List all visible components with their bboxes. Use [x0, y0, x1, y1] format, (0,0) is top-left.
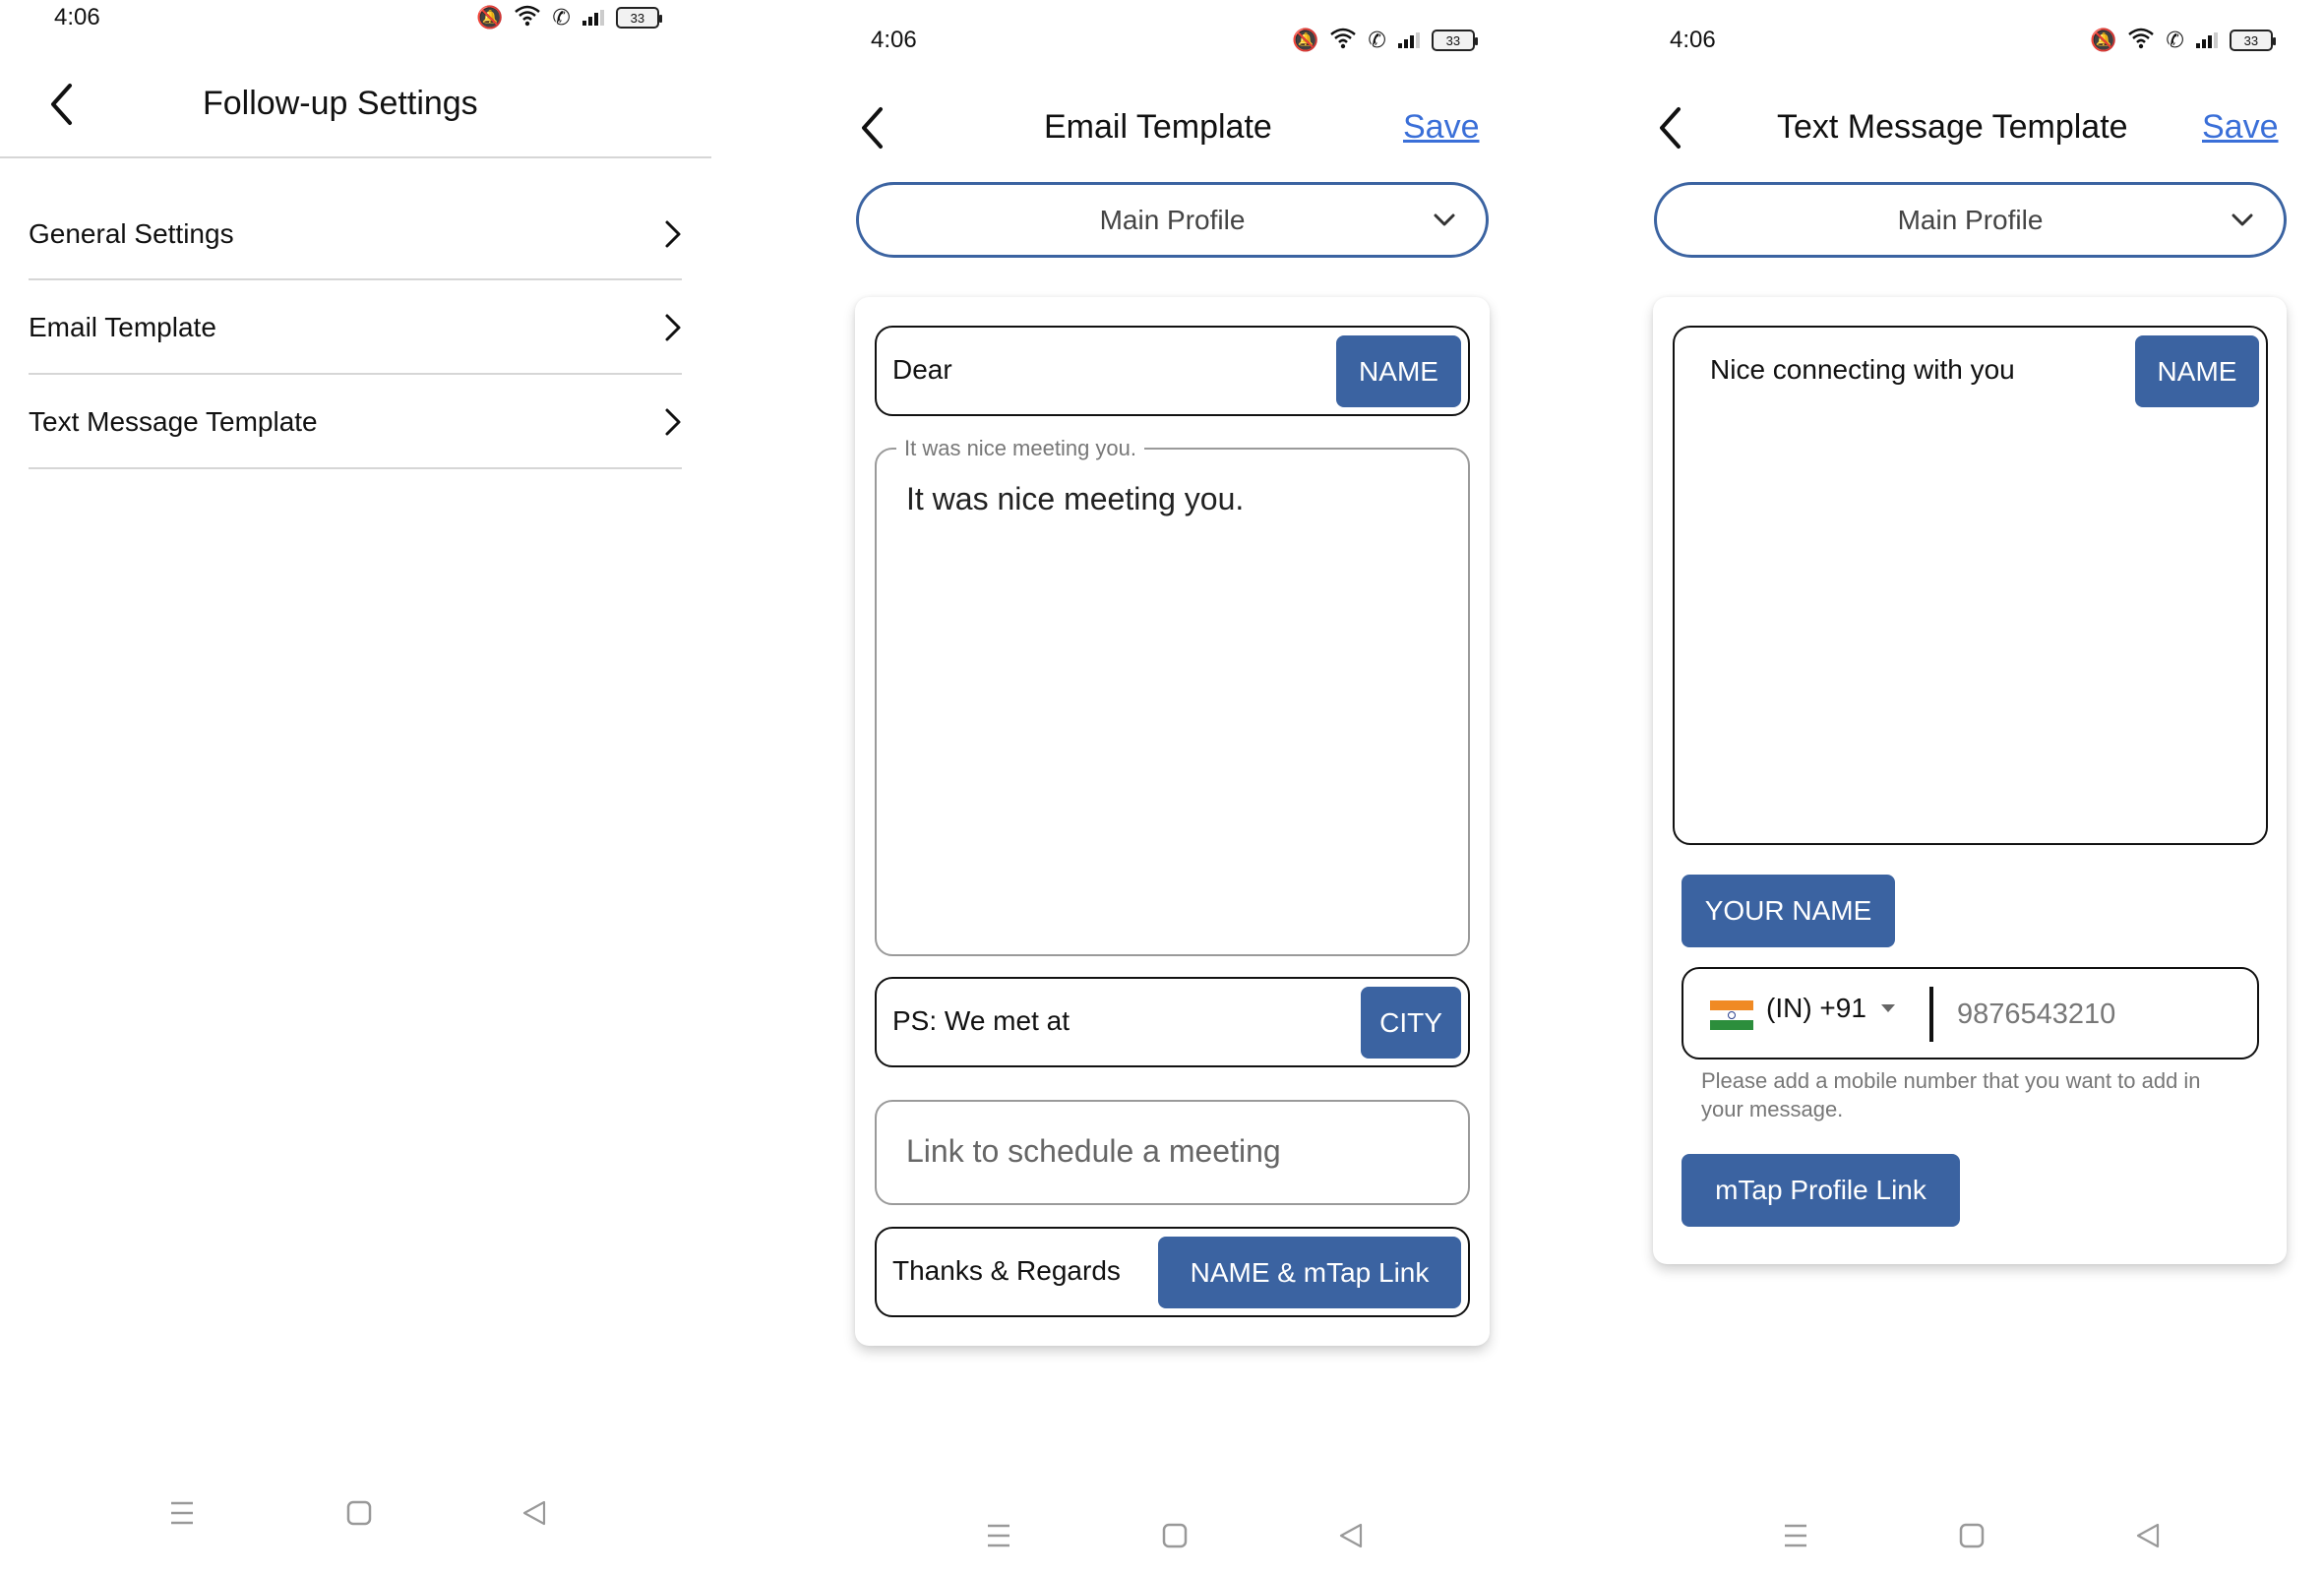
city-chip-button[interactable]: CITY	[1361, 987, 1461, 1059]
menu-icon[interactable]	[1783, 1523, 1808, 1553]
wifi-icon	[1330, 28, 1357, 53]
list-item-label: General Settings	[29, 218, 234, 249]
your-name-chip-button[interactable]: YOUR NAME	[1682, 875, 1895, 947]
header-divider	[0, 156, 711, 158]
mute-icon: 🔕	[2090, 28, 2117, 52]
india-flag-icon	[1710, 1000, 1753, 1030]
chevron-left-icon	[51, 84, 72, 125]
chevron-right-icon	[665, 220, 681, 248]
page-title: Email Template	[1044, 108, 1272, 146]
chevron-right-icon	[665, 314, 681, 341]
status-icons: 🔕 ✆ 33	[2090, 27, 2276, 54]
home-icon[interactable]	[346, 1500, 372, 1531]
message-body-textarea[interactable]: It was nice meeting you.	[875, 448, 1470, 956]
status-icons: 🔕 ✆ 33	[476, 4, 662, 31]
signoff-text: Thanks & Regards	[892, 1255, 1121, 1286]
mute-icon: 🔕	[476, 5, 504, 30]
wifi-icon	[515, 5, 541, 30]
signal-icon	[2195, 32, 2218, 48]
profile-select-value: Main Profile	[1897, 204, 2044, 235]
chevron-down-icon	[2232, 213, 2253, 226]
list-item-email-template[interactable]: Email Template	[29, 298, 682, 357]
home-icon[interactable]	[1959, 1523, 1985, 1553]
country-code-select[interactable]: (IN) +91	[1766, 993, 1896, 1024]
chevron-left-icon	[862, 107, 883, 149]
phone-number-input[interactable]: 9876543210	[1949, 977, 2244, 1052]
signal-icon	[1397, 32, 1420, 48]
name-mtap-link-chip-button[interactable]: NAME & mTap Link	[1158, 1237, 1461, 1308]
list-item-label: Email Template	[29, 312, 216, 342]
mtap-profile-link-chip-button[interactable]: mTap Profile Link	[1682, 1154, 1960, 1227]
back-icon[interactable]	[1338, 1523, 1364, 1553]
list-divider	[29, 373, 682, 375]
status-time: 4:06	[871, 27, 917, 53]
battery-icon: 33	[2229, 30, 2276, 51]
list-item-general-settings[interactable]: General Settings	[29, 205, 682, 264]
back-button[interactable]	[41, 80, 81, 129]
list-divider	[29, 467, 682, 469]
ps-text: PS: We met at	[892, 1005, 1070, 1036]
back-button[interactable]	[1650, 103, 1689, 152]
wifi-calling-icon: ✆	[1368, 28, 1386, 52]
save-button[interactable]: Save	[1403, 108, 1480, 147]
name-chip-button[interactable]: NAME	[2135, 335, 2259, 407]
profile-select[interactable]: Main Profile	[856, 182, 1489, 258]
page-title: Follow-up Settings	[203, 85, 478, 122]
home-icon[interactable]	[1162, 1523, 1188, 1553]
message-body-value: It was nice meeting you.	[906, 481, 1245, 516]
phone-separator	[1929, 987, 1933, 1042]
chevron-right-icon	[665, 408, 681, 436]
menu-icon[interactable]	[169, 1500, 195, 1531]
greeting-text: Dear	[892, 354, 952, 385]
profile-select-value: Main Profile	[1099, 204, 1246, 235]
status-time: 4:06	[54, 4, 100, 30]
list-item-text-message-template[interactable]: Text Message Template	[29, 393, 682, 452]
message-body-label: It was nice meeting you.	[896, 436, 1145, 461]
country-code-value: (IN) +91	[1766, 993, 1866, 1023]
name-chip-button[interactable]: NAME	[1336, 335, 1461, 407]
list-divider	[29, 278, 682, 280]
message-text: Nice connecting with you	[1710, 354, 2015, 385]
back-icon[interactable]	[2135, 1523, 2161, 1553]
menu-icon[interactable]	[986, 1523, 1011, 1553]
schedule-link-placeholder: Link to schedule a meeting	[906, 1133, 1281, 1169]
battery-icon: 33	[615, 7, 662, 29]
phone-field: (IN) +91 9876543210	[1682, 967, 2259, 1059]
back-icon[interactable]	[521, 1500, 547, 1531]
wifi-calling-icon: ✆	[552, 5, 571, 30]
profile-select[interactable]: Main Profile	[1654, 182, 2287, 258]
chevron-down-icon	[1434, 213, 1455, 226]
chevron-left-icon	[1660, 107, 1681, 149]
wifi-calling-icon: ✆	[2166, 28, 2184, 52]
page-title: Text Message Template	[1777, 108, 2128, 146]
schedule-link-input[interactable]: Link to schedule a meeting	[875, 1100, 1470, 1205]
battery-icon: 33	[1431, 30, 1478, 51]
mute-icon: 🔕	[1292, 28, 1319, 52]
phone-number-placeholder: 9876543210	[1957, 998, 2116, 1030]
save-button[interactable]: Save	[2202, 108, 2279, 147]
list-item-label: Text Message Template	[29, 406, 318, 437]
wifi-icon	[2128, 28, 2155, 53]
caret-down-icon	[1880, 1004, 1895, 1012]
back-button[interactable]	[852, 103, 891, 152]
signal-icon	[581, 10, 604, 26]
phone-helper-text: Please add a mobile number that you want…	[1701, 1068, 2201, 1121]
status-icons: 🔕 ✆ 33	[1292, 27, 1478, 54]
status-time: 4:06	[1670, 27, 1716, 53]
